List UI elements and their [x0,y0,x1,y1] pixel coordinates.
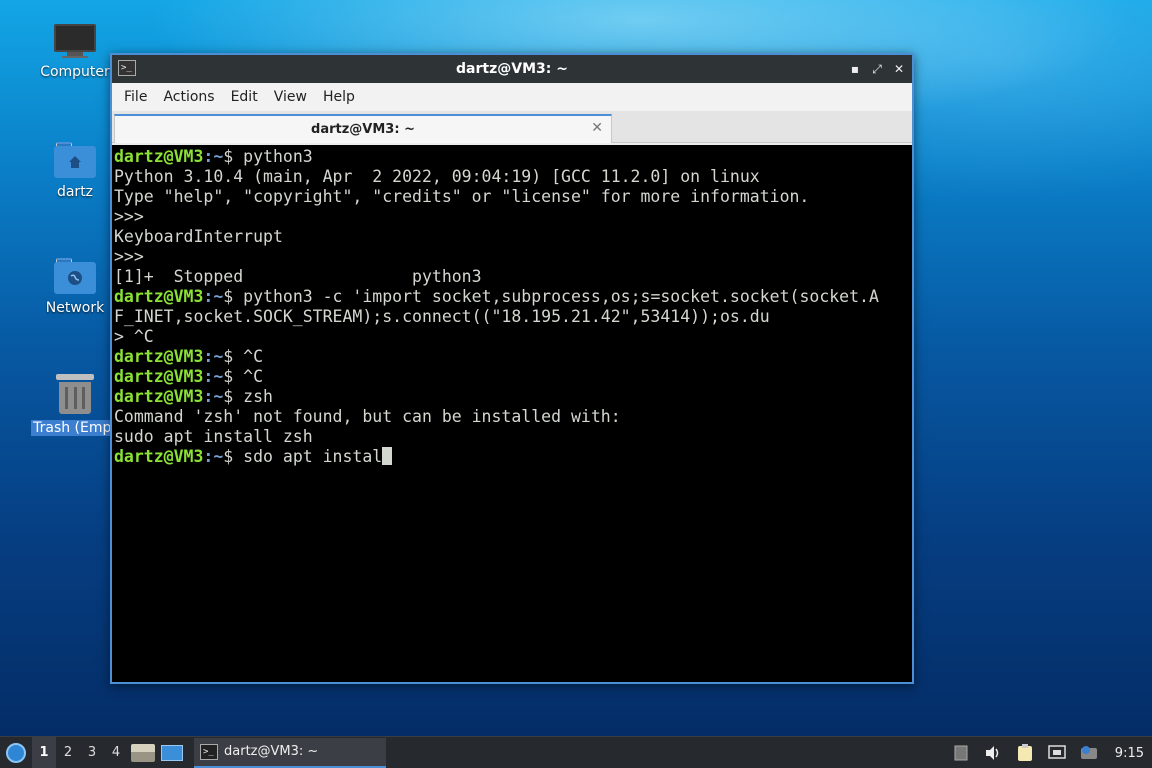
terminal-output-line: Python 3.10.4 (main, Apr 2 2022, 09:04:1… [114,167,760,186]
terminal-window: >_ dartz@VM3: ~ ▪ ⤢ ✕ File Actions Edit … [110,53,914,684]
menu-bar: File Actions Edit View Help [112,83,912,111]
terminal-output-line: Command 'zsh' not found, but can be inst… [114,407,621,426]
menu-help[interactable]: Help [315,89,363,105]
window-title: dartz@VM3: ~ [456,61,568,77]
desktop-icon-label: Computer [40,64,110,80]
terminal-icon: >_ [200,743,218,760]
taskbar: 1 2 3 4 >_ dartz@VM3: ~ 9:15 [0,736,1152,768]
clock[interactable]: 9:15 [1115,746,1144,761]
terminal-output-line: > ^C [114,327,154,346]
terminal-output-line: >>> [114,207,144,226]
prompt-user: dartz@VM3 [114,147,204,166]
menu-actions[interactable]: Actions [155,89,222,105]
minimize-button[interactable]: ▪ [848,61,862,77]
terminal-output-line: sudo apt install zsh [114,427,313,446]
prompt-command: zsh [233,387,273,406]
prompt-command: ^C [233,367,264,386]
prompt-command: sdo apt instal [233,447,383,466]
terminal-tab[interactable]: dartz@VM3: ~ ✕ [114,114,612,143]
network-folder-icon [54,258,96,294]
desktop-icon-home[interactable]: dartz [30,142,120,200]
clipboard-icon[interactable] [1015,743,1035,763]
terminal-prompt-line: dartz@VM3:~$ zsh [114,387,910,407]
prompt-symbol: $ [223,387,234,406]
prompt-command: python3 -c 'import socket,subprocess,os;… [233,287,879,306]
maximize-button[interactable]: ⤢ [870,61,884,77]
menu-file[interactable]: File [116,89,155,105]
terminal-output[interactable]: dartz@VM3:~$ python3 Python 3.10.4 (main,… [112,145,912,682]
notification-icon[interactable] [1079,743,1099,763]
menu-edit[interactable]: Edit [223,89,266,105]
desktop-icon-label: Network [45,300,105,316]
file-manager-icon[interactable] [131,743,155,762]
terminal-output-line: F_INET,socket.SOCK_STREAM);s.connect(("1… [114,307,770,326]
terminal-prompt-line: dartz@VM3:~$ ^C [114,367,910,387]
prompt-separator: : [203,287,214,306]
tab-label: dartz@VM3: ~ [311,122,415,137]
prompt-path: ~ [213,367,224,386]
home-folder-icon [54,142,96,178]
prompt-separator: : [203,387,214,406]
workspace-4[interactable]: 4 [104,737,128,768]
tab-bar: dartz@VM3: ~ ✕ [112,111,912,143]
trash-icon [56,374,94,414]
desktop-icon-network[interactable]: Network [30,258,120,316]
prompt-user: dartz@VM3 [114,447,204,466]
menu-view[interactable]: View [266,89,315,105]
prompt-user: dartz@VM3 [114,347,204,366]
prompt-symbol: $ [223,287,234,306]
terminal-prompt-line: dartz@VM3:~$ python3 -c 'import socket,s… [114,287,910,307]
terminal-prompt-line: dartz@VM3:~$ python3 [114,147,910,167]
terminal-icon[interactable]: >_ [118,60,136,76]
task-terminal[interactable]: >_ dartz@VM3: ~ [194,737,386,768]
terminal-output-line: Type "help", "copyright", "credits" or "… [114,187,810,206]
tab-close-icon[interactable]: ✕ [591,120,603,136]
show-desktop-icon[interactable] [161,744,183,761]
prompt-path: ~ [213,447,224,466]
volume-icon[interactable] [983,743,1003,763]
prompt-symbol: $ [223,147,234,166]
terminal-output-line: >>> [114,247,144,266]
terminal-prompt-line: dartz@VM3:~$ sdo apt instal [114,447,910,467]
workspace-3[interactable]: 3 [80,737,104,768]
prompt-path: ~ [213,347,224,366]
task-label: dartz@VM3: ~ [224,744,319,759]
prompt-command: python3 [233,147,313,166]
prompt-path: ~ [213,387,224,406]
prompt-separator: : [203,347,214,366]
terminal-output-line: [1]+ Stopped python3 [114,267,482,286]
prompt-separator: : [203,447,214,466]
system-tray: 9:15 [951,737,1152,768]
prompt-symbol: $ [223,367,234,386]
window-titlebar[interactable]: >_ dartz@VM3: ~ ▪ ⤢ ✕ [112,55,912,83]
prompt-symbol: $ [223,347,234,366]
prompt-path: ~ [213,147,224,166]
lxqt-logo-icon [6,742,26,763]
desktop-icon-trash[interactable]: Trash (Empt [30,374,120,436]
terminal-prompt-line: dartz@VM3:~$ ^C [114,347,910,367]
terminal-cursor [382,447,393,465]
prompt-symbol: $ [223,447,234,466]
prompt-separator: : [203,147,214,166]
prompt-path: ~ [213,287,224,306]
network-icon[interactable] [1047,743,1067,763]
workspace-1[interactable]: 1 [32,736,56,768]
keyboard-icon[interactable] [951,743,971,763]
close-button[interactable]: ✕ [892,61,906,77]
prompt-command: ^C [233,347,264,366]
desktop-icon-label: dartz [56,184,94,200]
prompt-user: dartz@VM3 [114,367,204,386]
terminal-output-line: KeyboardInterrupt [114,227,283,246]
workspace-2[interactable]: 2 [56,737,80,768]
prompt-user: dartz@VM3 [114,287,204,306]
prompt-user: dartz@VM3 [114,387,204,406]
start-menu-button[interactable] [0,737,32,768]
computer-icon [54,24,96,58]
prompt-separator: : [203,367,214,386]
desktop-icon-label: Trash (Empt [31,420,119,436]
desktop-icon-computer[interactable]: Computer [30,24,120,80]
